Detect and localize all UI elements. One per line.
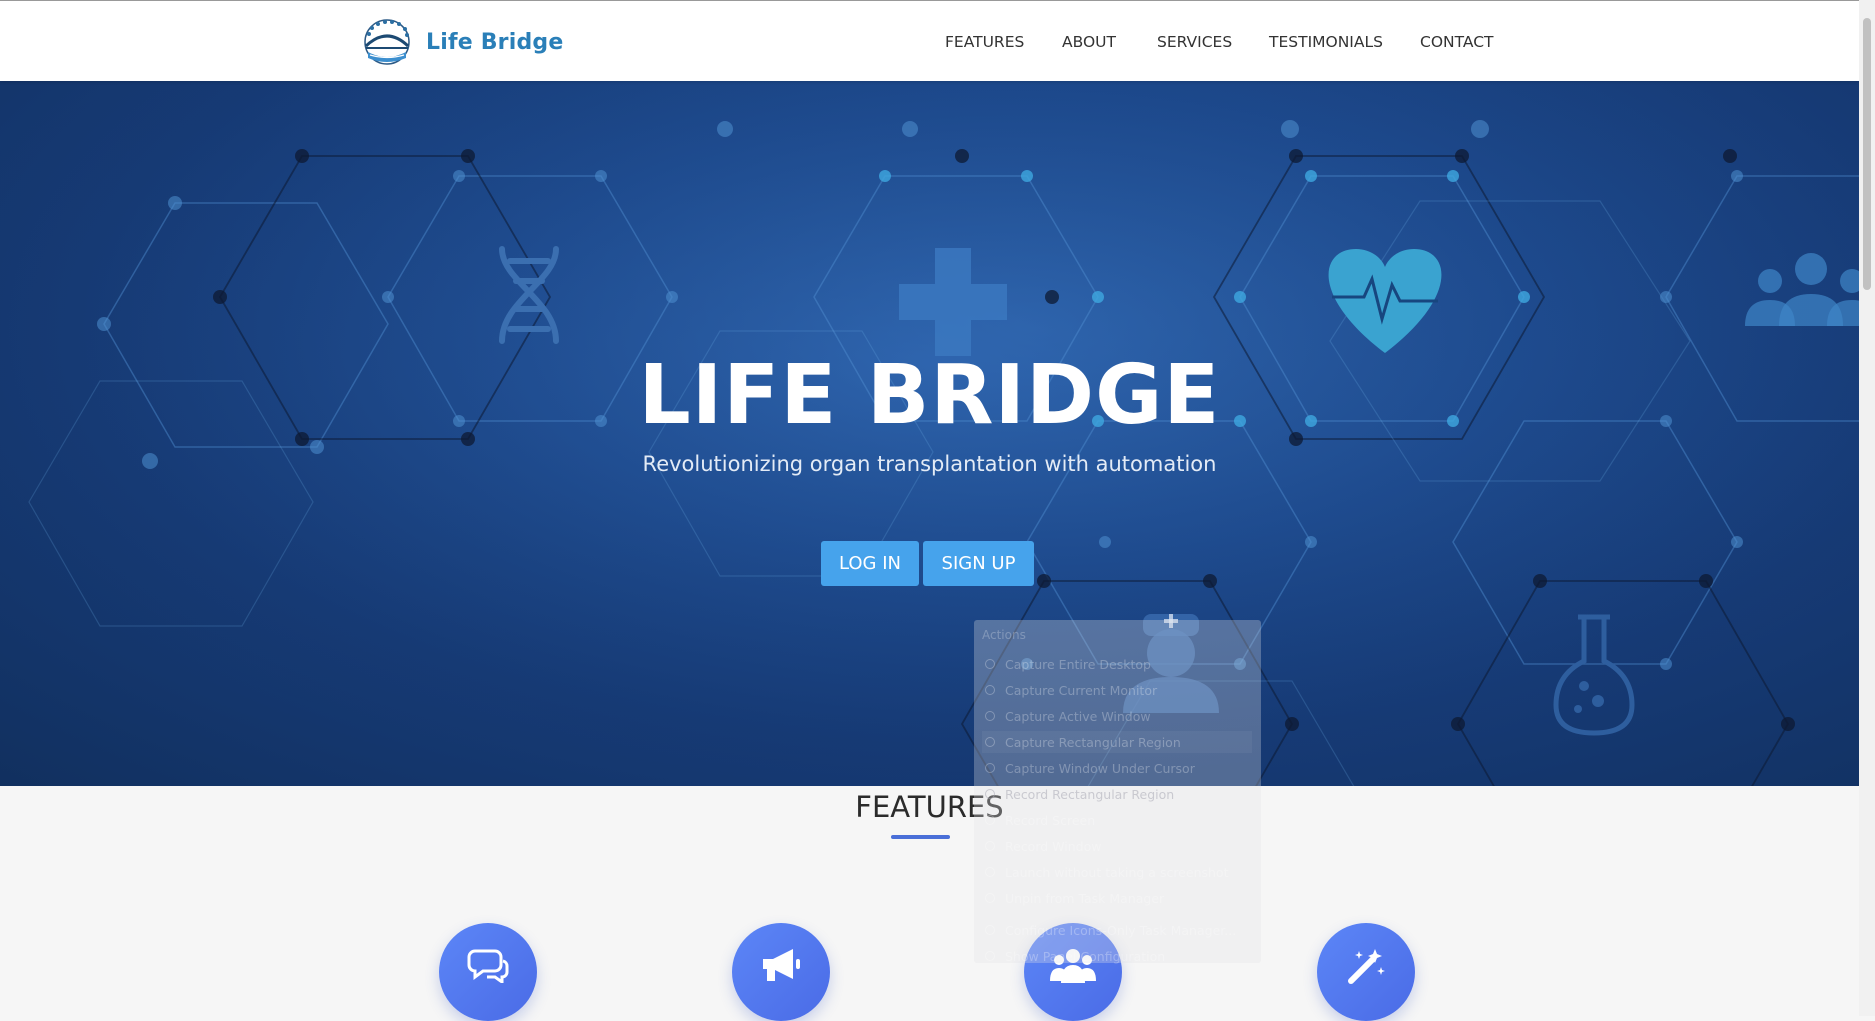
record-icon (985, 815, 995, 825)
ctx-record-screen[interactable]: Record Screen (982, 809, 1252, 831)
context-menu-header: Actions (982, 628, 1026, 642)
ctx-capture-desktop[interactable]: Capture Entire Desktop (982, 653, 1252, 675)
ctx-capture-active-window[interactable]: Capture Active Window (982, 705, 1252, 727)
nav-link-contact[interactable]: CONTACT (1420, 33, 1494, 51)
nav-link-services[interactable]: SERVICES (1157, 33, 1232, 51)
ctx-panel-configuration[interactable]: Show Panel Configuration (982, 945, 1252, 967)
features-heading: FEATURES (855, 790, 1004, 824)
hero-title: LIFE BRIDGE (638, 348, 1221, 443)
ctx-capture-window-under-cursor[interactable]: Capture Window Under Cursor (982, 757, 1252, 779)
nav-link-testimonials[interactable]: TESTIMONIALS (1269, 33, 1383, 51)
signup-button[interactable]: SIGN UP (923, 541, 1034, 586)
chat-icon (467, 949, 509, 983)
magic-wand-icon (1348, 949, 1385, 984)
context-menu: Actions Capture Entire Desktop Capture C… (974, 620, 1261, 964)
ctx-record-window[interactable]: Record Window (982, 835, 1252, 857)
login-button[interactable]: LOG IN (821, 541, 919, 586)
scrollbar-thumb[interactable] (1863, 18, 1871, 290)
launch-icon (985, 867, 995, 877)
capture-icon (985, 737, 995, 747)
ctx-record-region[interactable]: Record Rectangular Region (982, 783, 1252, 805)
record-icon (985, 841, 995, 851)
feature-megaphone[interactable] (732, 923, 830, 1021)
capture-icon (985, 685, 995, 695)
feature-chat[interactable] (439, 923, 537, 1021)
record-icon (985, 789, 995, 799)
nav-links: FEATURES ABOUT SERVICES TESTIMONIALS CON… (0, 1, 1859, 82)
capture-icon (985, 763, 995, 773)
ctx-unpin[interactable]: Unpin from Task Manager (982, 887, 1252, 909)
ctx-configure-task-manager[interactable]: Configure Icons-Only Task Manager... (982, 919, 1252, 941)
megaphone-icon (763, 949, 800, 981)
nav-link-features[interactable]: FEATURES (945, 33, 1024, 51)
hero-buttons: LOG IN SIGN UP (821, 541, 1034, 586)
page-scrollbar[interactable] (1859, 0, 1875, 1016)
unpin-icon (985, 893, 995, 903)
hero-section: LIFE BRIDGE Revolutionizing organ transp… (0, 81, 1859, 786)
ctx-launch-no-screenshot[interactable]: Launch without taking a screenshot (982, 861, 1252, 883)
capture-icon (985, 659, 995, 669)
configure-icon (985, 925, 995, 935)
ctx-capture-region[interactable]: Capture Rectangular Region (982, 731, 1252, 753)
edit-icon (985, 951, 995, 961)
capture-icon (985, 711, 995, 721)
ctx-capture-monitor[interactable]: Capture Current Monitor (982, 679, 1252, 701)
nav-link-about[interactable]: ABOUT (1062, 33, 1116, 51)
feature-magic[interactable] (1317, 923, 1415, 1021)
features-underline (891, 835, 950, 839)
hero-subtitle: Revolutionizing organ transplantation wi… (642, 452, 1217, 476)
top-navbar: Life Bridge FEATURES ABOUT SERVICES TEST… (0, 0, 1859, 81)
